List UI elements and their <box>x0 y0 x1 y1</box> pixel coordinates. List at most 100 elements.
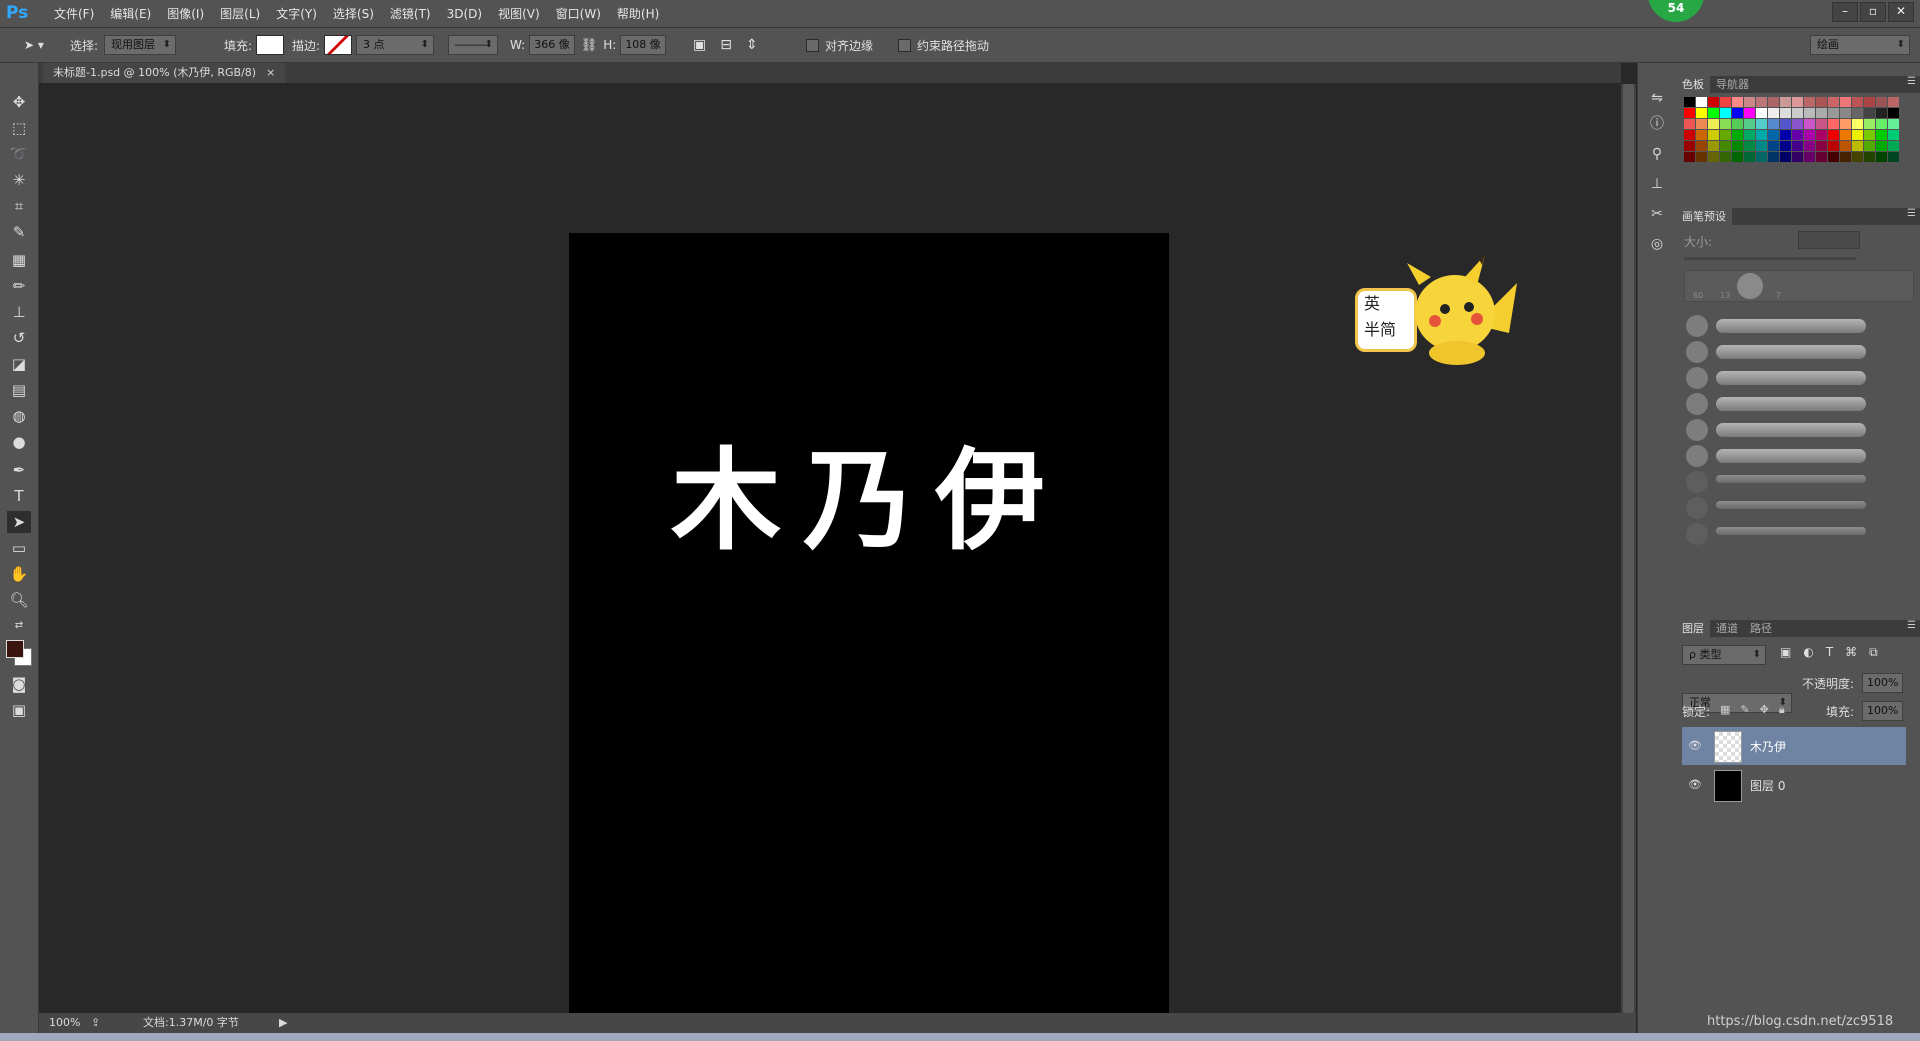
filter-type-icon[interactable]: T <box>1826 645 1833 660</box>
brush-preset-tip[interactable] <box>1686 367 1708 389</box>
color-swatch[interactable] <box>1744 97 1755 107</box>
height-input[interactable]: 108 像 <box>620 35 666 55</box>
color-swatch[interactable] <box>1864 108 1875 118</box>
brush-preset-stroke[interactable] <box>1716 449 1866 463</box>
marquee-tool-icon[interactable]: ⬚ <box>7 117 31 139</box>
color-swatch[interactable] <box>1696 130 1707 140</box>
color-swatch[interactable] <box>1708 97 1719 107</box>
lasso-tool-icon[interactable]: ➰ <box>7 143 31 165</box>
color-swatch[interactable] <box>1708 119 1719 129</box>
tab-swatches[interactable]: 色板 <box>1676 76 1710 93</box>
menu-file[interactable]: 文件(F) <box>46 5 102 22</box>
color-swatch[interactable] <box>1780 97 1791 107</box>
menu-help[interactable]: 帮助(H) <box>609 5 667 22</box>
color-swatch[interactable] <box>1828 108 1839 118</box>
color-swatch[interactable] <box>1828 130 1839 140</box>
color-swatch[interactable] <box>1720 119 1731 129</box>
minimize-button[interactable]: – <box>1832 2 1858 22</box>
color-swatch[interactable] <box>1828 141 1839 151</box>
info-icon[interactable]: ⓘ <box>1646 113 1668 135</box>
stroke-swatch[interactable] <box>324 35 353 55</box>
constrain-path-checkbox[interactable] <box>898 38 911 52</box>
color-swatch[interactable] <box>1888 152 1899 162</box>
eyedropper-icon[interactable]: ✎ <box>7 221 31 243</box>
color-swatch[interactable] <box>1876 108 1887 118</box>
menu-window[interactable]: 窗口(W) <box>548 5 609 22</box>
tab-channels[interactable]: 通道 <box>1710 620 1744 637</box>
color-swatch[interactable] <box>1804 108 1815 118</box>
color-swatch[interactable] <box>1816 130 1827 140</box>
color-swatch[interactable] <box>1696 119 1707 129</box>
brush-preset-stroke[interactable] <box>1716 397 1866 411</box>
color-swatch[interactable] <box>1720 130 1731 140</box>
color-swatch[interactable] <box>1816 152 1827 162</box>
color-swatch[interactable] <box>1852 97 1863 107</box>
menu-layer[interactable]: 图层(L) <box>212 5 268 22</box>
brush-preset-tip[interactable] <box>1686 445 1708 467</box>
color-swatch[interactable] <box>1804 141 1815 151</box>
color-swatch[interactable] <box>1768 97 1779 107</box>
path-select-tool-icon[interactable]: ➤ ▾ <box>24 28 44 62</box>
color-swatch[interactable] <box>1768 152 1779 162</box>
color-swatch[interactable] <box>1756 152 1767 162</box>
color-swatch[interactable] <box>1720 97 1731 107</box>
path-alignment-icon[interactable]: ⊟ <box>720 37 732 53</box>
pen-tool-icon[interactable]: ✒ <box>7 459 31 481</box>
color-swatch[interactable] <box>1852 152 1863 162</box>
color-swatch[interactable] <box>1864 152 1875 162</box>
color-swatch[interactable] <box>1720 141 1731 151</box>
color-swatch[interactable] <box>1732 119 1743 129</box>
color-swatch[interactable] <box>1864 97 1875 107</box>
path-operations-icon[interactable]: ▣ <box>693 37 706 53</box>
color-swatch[interactable] <box>1780 130 1791 140</box>
color-swatch[interactable] <box>1792 119 1803 129</box>
color-swatch[interactable] <box>1876 97 1887 107</box>
color-swatch[interactable] <box>1792 130 1803 140</box>
tab-brush-presets[interactable]: 画笔预设 <box>1676 208 1732 225</box>
color-swatch[interactable] <box>1744 119 1755 129</box>
menu-image[interactable]: 图像(I) <box>159 5 212 22</box>
path-arrangement-icon[interactable]: ⇕ <box>746 37 758 53</box>
color-swatch[interactable] <box>1732 108 1743 118</box>
brush-preset-stroke[interactable] <box>1716 423 1866 437</box>
type-tool-icon[interactable]: T <box>7 485 31 507</box>
adjustments-icon[interactable]: ◎ <box>1646 233 1668 255</box>
select-dropdown[interactable]: 现用图层 <box>104 35 177 55</box>
color-swatch[interactable] <box>1708 141 1719 151</box>
color-swatch[interactable] <box>1684 97 1695 107</box>
gradient-tool-icon[interactable]: ▤ <box>7 379 31 401</box>
swap-colors-icon[interactable]: ⇄ <box>7 615 31 637</box>
color-swatch[interactable] <box>1840 97 1851 107</box>
brush-preset-tip[interactable] <box>1686 393 1708 415</box>
clone-source-icon[interactable]: ⊥ <box>1646 173 1668 195</box>
color-swatch[interactable] <box>1888 119 1899 129</box>
layers-panel-menu-icon[interactable]: ☰ <box>1907 620 1916 631</box>
color-swatch[interactable] <box>1768 108 1779 118</box>
color-swatch[interactable] <box>1816 141 1827 151</box>
color-swatch[interactable] <box>1876 152 1887 162</box>
brush-preset-stroke[interactable] <box>1716 319 1866 333</box>
export-icon[interactable]: ⇪ <box>91 1013 100 1033</box>
color-swatch[interactable] <box>1756 119 1767 129</box>
brush-size-input[interactable] <box>1798 231 1860 249</box>
brush-preset-tip[interactable] <box>1686 315 1708 337</box>
color-swatch[interactable] <box>1732 97 1743 107</box>
visibility-eye-icon[interactable]: 👁︎ <box>1688 739 1702 752</box>
color-swatch[interactable] <box>1864 119 1875 129</box>
restore-button[interactable]: ▫ <box>1860 2 1886 22</box>
color-swatch[interactable] <box>1780 152 1791 162</box>
tab-layers[interactable]: 图层 <box>1676 620 1710 637</box>
color-swatch[interactable] <box>1828 119 1839 129</box>
color-swatch[interactable] <box>1792 108 1803 118</box>
color-swatch[interactable] <box>1732 130 1743 140</box>
link-icon[interactable]: ⛓ <box>581 38 598 53</box>
history-brush-icon[interactable]: ↺ <box>7 327 31 349</box>
brush-panel-icon[interactable]: ⚲ <box>1646 143 1668 165</box>
brush-preset-tip[interactable] <box>1686 471 1708 493</box>
menu-3d[interactable]: 3D(D) <box>439 7 490 21</box>
brush-tool-icon[interactable]: ✏ <box>7 275 31 297</box>
color-swatch[interactable] <box>1720 108 1731 118</box>
color-swatch[interactable] <box>1816 108 1827 118</box>
brush-size-slider[interactable] <box>1684 257 1856 260</box>
layer-name[interactable]: 图层 0 <box>1750 777 1785 794</box>
